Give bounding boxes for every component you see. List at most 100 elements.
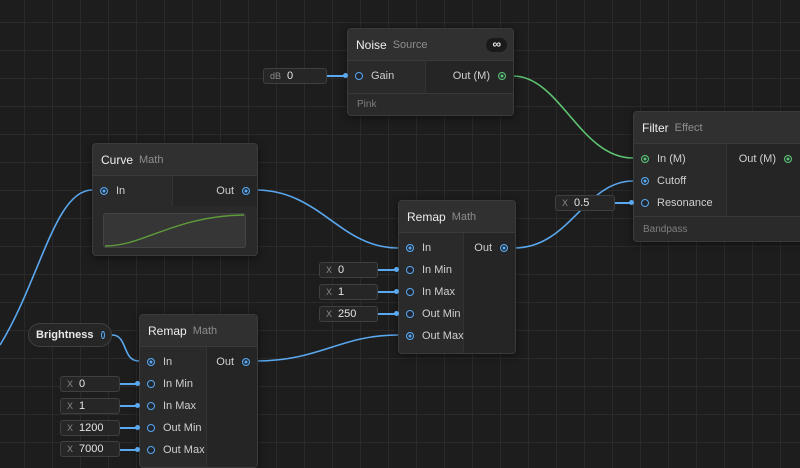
- remap2-out-min-field[interactable]: X 1200: [60, 420, 120, 436]
- curve-output-out[interactable]: Out: [216, 180, 257, 202]
- remap1-out-icon[interactable]: [500, 244, 508, 252]
- wire-noise-to-filter[interactable]: [512, 75, 634, 159]
- remap1-input-out-min[interactable]: Out Min: [399, 303, 464, 325]
- remap2-subtitle: Math: [192, 324, 218, 337]
- remap1-out-min-icon[interactable]: [406, 310, 414, 318]
- wire-remap-to-filter[interactable]: [513, 180, 634, 249]
- remap-node-2[interactable]: Remap Math In In Min In Max Out Min Out …: [139, 314, 258, 468]
- remap2-in-max-connector: [119, 403, 140, 408]
- remap1-in-max-prefix: X: [326, 287, 333, 297]
- filter-output-out[interactable]: Out (M): [739, 148, 800, 170]
- noise-subtitle: Source: [392, 38, 428, 51]
- remap1-in-min-field[interactable]: X 0: [319, 262, 378, 278]
- remap1-in-min-label: In Min: [422, 264, 452, 276]
- filter-input-cutoff[interactable]: Cutoff: [634, 170, 713, 192]
- noise-input-gain[interactable]: Gain: [348, 65, 394, 87]
- wire-left-to-curve[interactable]: [0, 189, 93, 346]
- remap1-in-max-icon[interactable]: [406, 288, 414, 296]
- remap2-node-header[interactable]: Remap Math: [140, 315, 257, 347]
- filter-subtitle: Effect: [674, 121, 703, 134]
- gain-field-value: 0: [287, 70, 294, 82]
- filter-node-header[interactable]: Filter Effect: [634, 112, 800, 144]
- filter-out-label: Out (M): [738, 153, 776, 165]
- remap2-in-max-value: 1: [79, 400, 86, 412]
- wire-remap2-to-remap1[interactable]: [255, 334, 399, 362]
- remap1-in-label: In: [422, 242, 432, 254]
- remap1-input-in-min[interactable]: In Min: [399, 259, 464, 281]
- noise-title: Noise: [356, 37, 387, 52]
- curve-input-in[interactable]: In: [93, 180, 125, 202]
- wire-curve-to-remap[interactable]: [255, 189, 399, 249]
- remap1-title: Remap: [407, 209, 446, 224]
- filter-input-in[interactable]: In (M): [634, 148, 713, 170]
- curve-graph: [104, 214, 245, 247]
- remap2-input-in-max[interactable]: In Max: [140, 395, 205, 417]
- remap2-in-min-value: 0: [79, 378, 86, 390]
- remap2-in-min-field[interactable]: X 0: [60, 376, 120, 392]
- remap2-out-icon[interactable]: [242, 358, 250, 366]
- remap2-out-max-icon[interactable]: [147, 446, 155, 454]
- filter-footer: Bandpass: [634, 216, 800, 241]
- filter-node[interactable]: Filter Effect In (M) Cutoff Resonance Ou…: [633, 111, 800, 242]
- remap2-input-in-min[interactable]: In Min: [140, 373, 205, 395]
- remap1-in-max-value: 1: [338, 286, 345, 298]
- remap2-in-max-icon[interactable]: [147, 402, 155, 410]
- noise-node-header[interactable]: Noise Source ∞: [348, 29, 513, 61]
- remap1-input-in-max[interactable]: In Max: [399, 281, 464, 303]
- curve-out-icon[interactable]: [242, 187, 250, 195]
- remap1-in-max-field[interactable]: X 1: [319, 284, 378, 300]
- remap2-out-max-label: Out Max: [163, 444, 205, 456]
- curve-title: Curve: [101, 152, 134, 167]
- remap2-input-out-max[interactable]: Out Max: [140, 439, 205, 461]
- brightness-chip[interactable]: Brightness: [28, 323, 112, 347]
- remap2-title: Remap: [148, 323, 187, 338]
- resonance-field-prefix: X: [562, 198, 569, 208]
- wire-brightness-to-remap[interactable]: [111, 334, 140, 362]
- port-cutoff-label: Cutoff: [657, 175, 687, 187]
- port-out-label: Out (M): [452, 70, 490, 82]
- remap1-subtitle: Math: [451, 210, 477, 223]
- gain-field-prefix: dB: [270, 71, 282, 81]
- remap2-input-in[interactable]: In: [140, 351, 205, 373]
- infinity-icon[interactable]: ∞: [486, 38, 507, 52]
- remap2-out-min-value: 1200: [79, 422, 104, 434]
- noise-output-out[interactable]: Out (M): [453, 65, 513, 87]
- remap1-node-header[interactable]: Remap Math: [399, 201, 515, 233]
- remap2-in-max-field[interactable]: X 1: [60, 398, 120, 414]
- remap1-out-min-field[interactable]: X 250: [319, 306, 378, 322]
- port-cutoff-icon[interactable]: [641, 177, 649, 185]
- filter-out-icon[interactable]: [784, 155, 792, 163]
- port-out-icon[interactable]: [498, 72, 506, 80]
- port-resonance-label: Resonance: [657, 197, 713, 209]
- remap-node-1[interactable]: Remap Math In In Min In Max Out Min Out …: [398, 200, 516, 354]
- remap1-input-in[interactable]: In: [399, 237, 464, 259]
- remap1-output-out[interactable]: Out: [474, 237, 515, 259]
- remap2-input-out-min[interactable]: Out Min: [140, 417, 205, 439]
- remap2-out-max-field[interactable]: X 7000: [60, 441, 120, 457]
- port-gain-label: Gain: [371, 70, 395, 82]
- remap1-out-max-icon[interactable]: [406, 332, 414, 340]
- remap2-in-min-icon[interactable]: [147, 380, 155, 388]
- curve-node-header[interactable]: Curve Math: [93, 144, 257, 176]
- curve-editor[interactable]: [103, 213, 246, 248]
- remap2-in-label: In: [163, 356, 173, 368]
- remap1-input-out-max[interactable]: Out Max: [399, 325, 464, 347]
- remap1-in-min-connector: [377, 267, 399, 272]
- remap2-out-min-label: Out Min: [163, 422, 202, 434]
- remap2-in-icon[interactable]: [147, 358, 155, 366]
- remap1-out-label: Out: [474, 242, 492, 254]
- remap2-output-out[interactable]: Out: [216, 351, 257, 373]
- noise-node[interactable]: Noise Source ∞ Gain Out (M) Pink: [347, 28, 514, 116]
- resonance-field[interactable]: X 0.5: [555, 195, 615, 211]
- gain-field[interactable]: dB 0: [263, 68, 327, 84]
- curve-in-icon[interactable]: [100, 187, 108, 195]
- remap1-in-icon[interactable]: [406, 244, 414, 252]
- remap2-out-min-icon[interactable]: [147, 424, 155, 432]
- port-gain-icon[interactable]: [355, 72, 363, 80]
- remap1-in-min-icon[interactable]: [406, 266, 414, 274]
- filter-input-resonance[interactable]: Resonance: [634, 192, 713, 214]
- port-resonance-icon[interactable]: [641, 199, 649, 207]
- brightness-out-icon[interactable]: [101, 331, 105, 339]
- curve-node[interactable]: Curve Math In Out: [92, 143, 258, 256]
- port-in-icon[interactable]: [641, 155, 649, 163]
